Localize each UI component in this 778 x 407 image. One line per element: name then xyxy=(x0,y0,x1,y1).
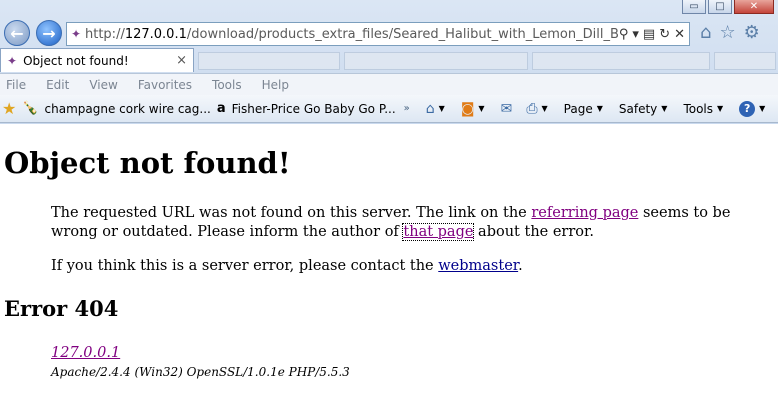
safety-menu-label: Safety xyxy=(618,101,658,116)
referring-page-link[interactable]: referring page xyxy=(531,205,638,221)
bottle-icon: 🍾 xyxy=(22,101,39,116)
chevron-down-icon: ▼ xyxy=(478,104,485,113)
chevron-down-icon: ▼ xyxy=(596,104,603,113)
tab-active[interactable]: ✦ Object not found! × xyxy=(0,48,194,72)
chevron-down-icon[interactable]: ▾ xyxy=(632,27,639,42)
chevron-down-icon: ▼ xyxy=(717,104,724,113)
page-favicon-icon: ✦ xyxy=(70,27,82,41)
safety-menu[interactable]: Safety ▼ xyxy=(619,102,672,116)
menu-favorites[interactable]: Favorites xyxy=(138,78,192,92)
url-scheme: http:// xyxy=(85,26,125,42)
favorites-star-icon[interactable]: ☆ xyxy=(719,22,735,43)
compatibility-icon[interactable]: ▤ xyxy=(643,27,655,42)
search-icon[interactable]: ⚲ xyxy=(619,27,629,42)
chevron-down-icon: ▼ xyxy=(438,104,445,113)
rss-icon: ◙ xyxy=(460,100,475,117)
close-window-button[interactable]: ✕ xyxy=(734,0,774,14)
menu-tools[interactable]: Tools xyxy=(212,78,242,92)
arrow-left-icon: ← xyxy=(10,23,24,43)
favorite-label: Fisher-Price Go Baby Go P... xyxy=(231,101,396,116)
menu-file[interactable]: File xyxy=(6,78,26,92)
favorite-link[interactable]: a Fisher-Price Go Baby Go P... xyxy=(217,101,396,116)
tab-close-button[interactable]: × xyxy=(176,53,187,68)
contact-text: If you think this is a server error, ple… xyxy=(51,258,439,274)
background-tab[interactable] xyxy=(344,52,528,70)
tab-favicon-icon: ✦ xyxy=(7,53,18,68)
tools-menu[interactable]: Tools ▼ xyxy=(683,102,727,116)
print-menu[interactable]: ⎙ ▼ xyxy=(526,101,551,117)
url-path: /download/products_extra_files/Seared_Ha… xyxy=(186,26,619,42)
toolbar-right: ⌂ ☆ ⚙ xyxy=(700,22,760,43)
page-menu[interactable]: Page ▼ xyxy=(564,102,607,116)
help-icon: ? xyxy=(739,100,756,117)
menu-help[interactable]: Help xyxy=(262,78,289,92)
background-tab[interactable] xyxy=(532,52,710,70)
server-signature: Apache/2.4.4 (Win32) OpenSSL/1.0.1e PHP/… xyxy=(51,365,350,379)
address-tools: ⚲ ▾ ▤ ↻ ✕ xyxy=(619,27,689,42)
printer-icon: ⎙ xyxy=(526,100,538,117)
chevron-down-icon: ▼ xyxy=(759,104,766,113)
background-tab[interactable] xyxy=(198,52,340,70)
that-page-link[interactable]: that page xyxy=(402,223,475,241)
tools-menu-label: Tools xyxy=(683,101,713,116)
command-bar: ★ 🍾 champagne cork wire cag... a Fisher-… xyxy=(0,95,778,123)
address-bar[interactable]: ✦ http://127.0.0.1/download/products_ext… xyxy=(66,22,690,46)
mail-icon: ✉ xyxy=(500,100,513,117)
address-url[interactable]: http://127.0.0.1/download/products_extra… xyxy=(85,27,619,42)
page-title: Object not found! xyxy=(4,146,291,180)
restore-button[interactable]: □ xyxy=(708,0,732,14)
error-code-heading: Error 404 xyxy=(4,296,119,321)
chevron-down-icon: ▼ xyxy=(541,104,548,113)
favorite-link[interactable]: 🍾 champagne cork wire cag... xyxy=(22,101,211,116)
home-icon: ⌂ xyxy=(425,100,435,117)
feeds-menu[interactable]: ◙ ▼ xyxy=(461,101,489,117)
favorites-center-icon[interactable]: ★ xyxy=(2,99,16,118)
refresh-icon[interactable]: ↻ xyxy=(659,27,670,42)
gear-icon[interactable]: ⚙ xyxy=(744,22,760,43)
contact-paragraph: If you think this is a server error, ple… xyxy=(51,257,771,276)
help-menu[interactable]: ? ▼ xyxy=(739,100,769,117)
forward-button[interactable]: → xyxy=(36,20,62,46)
tab-strip: ✦ Object not found! × xyxy=(0,48,778,72)
amazon-icon: a xyxy=(216,101,226,116)
tab-title: Object not found! xyxy=(23,53,129,68)
arrow-right-icon: → xyxy=(42,23,56,43)
more-favorites-button[interactable]: » xyxy=(404,103,410,114)
description-text: about the error. xyxy=(473,224,594,240)
favorite-label: champagne cork wire cag... xyxy=(44,101,211,116)
back-button[interactable]: ← xyxy=(4,20,30,46)
home-icon[interactable]: ⌂ xyxy=(700,22,711,43)
minimize-button[interactable]: ▭ xyxy=(682,0,706,14)
error-description: The requested URL was not found on this … xyxy=(51,204,771,242)
chevron-down-icon: ▼ xyxy=(661,104,668,113)
page-content: Object not found! The requested URL was … xyxy=(0,124,778,407)
webmaster-link[interactable]: webmaster xyxy=(438,258,518,274)
server-address: 127.0.0.1 Apache/2.4.4 (Win32) OpenSSL/1… xyxy=(51,342,350,379)
browser-chrome: ▭ □ ✕ ← → ✦ http://127.0.0.1/download/pr… xyxy=(0,0,778,124)
contact-text: . xyxy=(518,258,523,274)
menu-view[interactable]: View xyxy=(89,78,117,92)
menu-edit[interactable]: Edit xyxy=(46,78,69,92)
background-tab[interactable] xyxy=(714,52,776,70)
url-host: 127.0.0.1 xyxy=(124,26,187,42)
menu-bar: File Edit View Favorites Tools Help xyxy=(0,73,778,95)
stop-icon[interactable]: ✕ xyxy=(674,27,685,42)
mail-button[interactable]: ✉ xyxy=(501,101,515,117)
page-menu-label: Page xyxy=(563,101,593,116)
home-menu[interactable]: ⌂ ▼ xyxy=(426,101,449,117)
server-host-link[interactable]: 127.0.0.1 xyxy=(51,345,120,361)
description-text: The requested URL was not found on this … xyxy=(51,205,532,221)
window-controls: ▭ □ ✕ xyxy=(682,0,774,14)
